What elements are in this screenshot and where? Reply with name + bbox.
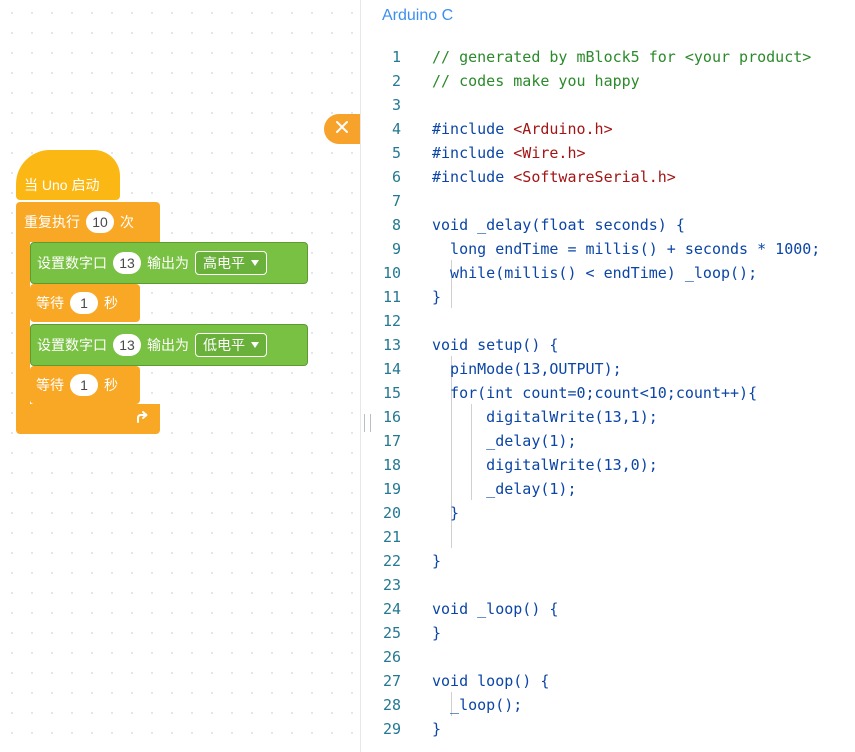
wait-seconds-input[interactable]: 1: [70, 374, 98, 396]
line-number: 24: [382, 600, 401, 618]
line-number: 2: [391, 72, 401, 90]
repeat-suffix: 次: [120, 214, 134, 230]
line-number: 15: [382, 384, 401, 402]
line-number: 11: [382, 288, 401, 306]
repeat-block-arm: [16, 240, 30, 406]
when-uno-starts-block[interactable]: 当 Uno 启动: [16, 150, 120, 200]
code-editor[interactable]: 1 // generated by mBlock5 for <your produ…: [361, 44, 855, 752]
line-number: 17: [382, 432, 401, 450]
level-dropdown[interactable]: 高电平: [195, 251, 267, 275]
code-text: #include <Arduino.h>: [432, 120, 613, 138]
repeat-count-input[interactable]: 10: [86, 211, 114, 233]
line-number: 5: [391, 144, 401, 162]
loop-arrow-icon: [134, 410, 150, 431]
caret-down-icon: [251, 342, 259, 348]
line-number: 9: [391, 240, 401, 258]
line-number: 8: [391, 216, 401, 234]
code-text: digitalWrite(13,1);: [432, 408, 658, 426]
wait-seconds-input[interactable]: 1: [70, 292, 98, 314]
line-number: 23: [382, 576, 401, 594]
wait-block[interactable]: 等待 1 秒: [30, 284, 140, 322]
set-pin-label: 设置数字口: [37, 255, 107, 271]
wait-block[interactable]: 等待 1 秒: [30, 366, 140, 404]
line-number: 27: [382, 672, 401, 690]
level-dropdown-value: 高电平: [203, 255, 245, 271]
code-text: #include <Wire.h>: [432, 144, 586, 162]
hat-block-label: 当 Uno 启动: [24, 177, 100, 193]
repeat-label: 重复执行: [24, 214, 80, 230]
line-number: 13: [382, 336, 401, 354]
line-number: 21: [382, 528, 401, 546]
code-text: #include <SoftwareSerial.h>: [432, 168, 676, 186]
output-label: 输出为: [147, 255, 189, 271]
line-number: 12: [382, 312, 401, 330]
code-text: void _delay(float seconds) {: [432, 216, 685, 234]
output-label: 输出为: [147, 337, 189, 353]
wait-unit: 秒: [104, 295, 118, 311]
line-number: 29: [382, 720, 401, 738]
code-text: }: [432, 288, 442, 306]
line-number: 6: [391, 168, 401, 186]
pin-number-input[interactable]: 13: [113, 334, 141, 356]
wait-label: 等待: [36, 377, 64, 393]
close-icon: [335, 120, 349, 139]
repeat-block-bottom: [16, 404, 160, 434]
close-code-panel-button[interactable]: [324, 114, 360, 144]
blocks-canvas[interactable]: 当 Uno 启动 重复执行 10 次 设置数字口 13 输出为 高电平 等待 1…: [0, 0, 360, 752]
code-panel-title: Arduino C: [382, 7, 454, 24]
line-number: 22: [382, 552, 401, 570]
line-number: 1: [391, 48, 401, 66]
code-text: long endTime = millis() + seconds * 1000…: [432, 240, 821, 258]
line-number: 4: [391, 120, 401, 138]
code-text: void _loop() {: [432, 600, 559, 618]
code-text: while(millis() < endTime) _loop();: [432, 264, 758, 282]
line-number: 20: [382, 504, 401, 522]
repeat-block[interactable]: 重复执行 10 次: [16, 202, 160, 242]
level-dropdown-value: 低电平: [203, 337, 245, 353]
code-text: }: [432, 624, 442, 642]
code-text: }: [432, 552, 442, 570]
line-number: 26: [382, 648, 401, 666]
code-text: void setup() {: [432, 336, 559, 354]
caret-down-icon: [251, 260, 259, 266]
line-number: 16: [382, 408, 401, 426]
code-text: void loop() {: [432, 672, 550, 690]
line-number: 14: [382, 360, 401, 378]
line-number: 10: [382, 264, 401, 282]
line-number: 19: [382, 480, 401, 498]
pin-number-input[interactable]: 13: [113, 252, 141, 274]
line-number: 7: [391, 192, 401, 210]
code-text: for(int count=0;count<10;count++){: [432, 384, 758, 402]
code-text: // codes make you happy: [432, 72, 640, 90]
code-text: _delay(1);: [432, 432, 577, 450]
level-dropdown[interactable]: 低电平: [195, 333, 267, 357]
line-number: 28: [382, 696, 401, 714]
line-number: 3: [391, 96, 401, 114]
code-text: _delay(1);: [432, 480, 577, 498]
set-pin-label: 设置数字口: [37, 337, 107, 353]
code-text: digitalWrite(13,0);: [432, 456, 658, 474]
code-text: pinMode(13,OUTPUT);: [432, 360, 622, 378]
wait-label: 等待: [36, 295, 64, 311]
code-text: // generated by mBlock5 for <your produc…: [432, 48, 812, 66]
code-text: }: [432, 504, 460, 522]
wait-unit: 秒: [104, 377, 118, 393]
line-number: 25: [382, 624, 401, 642]
set-digital-pin-low-block[interactable]: 设置数字口 13 输出为 低电平: [30, 324, 308, 366]
set-digital-pin-high-block[interactable]: 设置数字口 13 输出为 高电平: [30, 242, 308, 284]
code-text: }: [432, 720, 442, 738]
code-text: _loop();: [432, 696, 523, 714]
line-number: 18: [382, 456, 401, 474]
